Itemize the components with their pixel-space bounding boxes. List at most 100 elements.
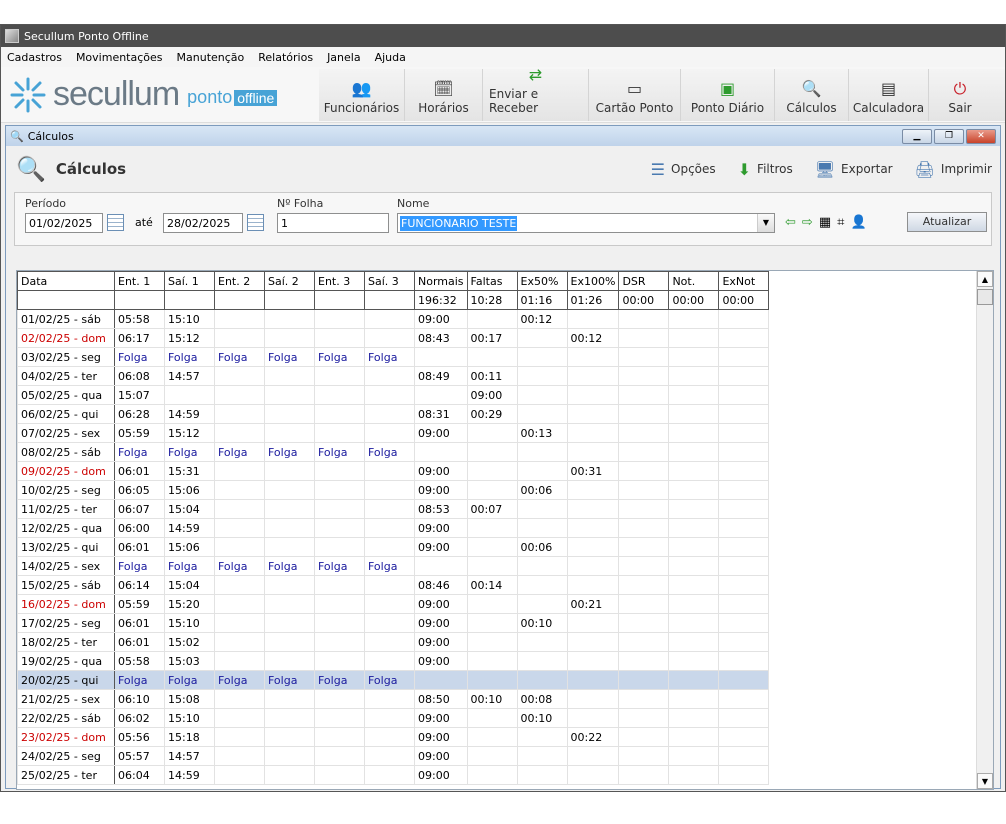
- table-cell[interactable]: [668, 347, 720, 367]
- table-cell[interactable]: [364, 518, 415, 538]
- table-cell[interactable]: [364, 423, 415, 443]
- table-cell[interactable]: [314, 499, 365, 519]
- table-cell[interactable]: 06:07: [114, 499, 165, 519]
- table-cell[interactable]: [668, 594, 720, 614]
- table-cell[interactable]: [618, 518, 670, 538]
- table-cell[interactable]: [618, 689, 670, 709]
- table-cell[interactable]: Folga: [114, 442, 165, 462]
- table-cell[interactable]: 09:00: [414, 423, 468, 443]
- table-cell[interactable]: 15:12: [164, 328, 215, 348]
- table-cell[interactable]: [214, 613, 265, 633]
- table-cell[interactable]: [668, 442, 720, 462]
- table-cell[interactable]: [718, 632, 770, 652]
- table-cell[interactable]: Folga: [314, 670, 365, 690]
- toolbar-horarios-button[interactable]: 🗓 Horários: [405, 68, 483, 121]
- table-cell[interactable]: [314, 385, 365, 405]
- table-cell[interactable]: [466, 309, 518, 329]
- column-header[interactable]: ExNot: [718, 271, 770, 291]
- table-cell[interactable]: 00:07: [466, 499, 518, 519]
- menu-manutencao[interactable]: Manutenção: [177, 51, 245, 64]
- table-cell[interactable]: [466, 746, 518, 766]
- table-cell[interactable]: [566, 689, 620, 709]
- table-row[interactable]: 14/02/25 - sex Folga Folga Folga Folga Folga F…: [17, 556, 770, 576]
- table-cell[interactable]: 09:00: [414, 518, 468, 538]
- table-cell[interactable]: Folga: [364, 347, 415, 367]
- table-cell[interactable]: [618, 708, 670, 728]
- toolbar-sair-button[interactable]: ⏻ Sair: [929, 69, 991, 121]
- table-cell[interactable]: Folga: [164, 556, 215, 576]
- table-cell[interactable]: [314, 689, 365, 709]
- table-cell[interactable]: 06:01: [114, 537, 165, 557]
- table-row[interactable]: 04/02/25 - ter 06:08 14:57 08:49 00:11: [17, 366, 770, 386]
- table-row[interactable]: 03/02/25 - seg Folga Folga Folga Folga Folga F…: [17, 347, 770, 367]
- table-cell[interactable]: [414, 670, 468, 690]
- date-cell[interactable]: 25/02/25 - ter: [17, 765, 115, 785]
- table-cell[interactable]: [364, 366, 415, 386]
- table-cell[interactable]: [264, 385, 315, 405]
- table-row[interactable]: 15/02/25 - sáb 06:14 15:04 08:46 00:14: [17, 575, 770, 595]
- table-cell[interactable]: 00:10: [466, 689, 518, 709]
- table-cell[interactable]: [314, 651, 365, 671]
- table-cell[interactable]: [314, 366, 365, 386]
- date-cell[interactable]: 05/02/25 - qua: [17, 385, 115, 405]
- table-cell[interactable]: [466, 442, 518, 462]
- table-cell[interactable]: Folga: [264, 442, 315, 462]
- table-row[interactable]: 08/02/25 - sáb Folga Folga Folga Folga Folga F…: [17, 442, 770, 462]
- menu-janela[interactable]: Janela: [327, 51, 361, 64]
- table-cell[interactable]: [668, 423, 720, 443]
- table-cell[interactable]: Folga: [214, 670, 265, 690]
- table-cell[interactable]: [214, 499, 265, 519]
- table-cell[interactable]: [466, 537, 518, 557]
- table-cell[interactable]: [618, 556, 670, 576]
- table-cell[interactable]: [718, 442, 770, 462]
- table-row[interactable]: 21/02/25 - sex 06:10 15:08 08:50 00:10 00:08: [17, 689, 770, 709]
- table-cell[interactable]: [164, 385, 215, 405]
- table-cell[interactable]: [414, 347, 468, 367]
- exportar-button[interactable]: 🖥 Exportar: [815, 160, 893, 179]
- opcoes-button[interactable]: ☰ Opções: [651, 160, 716, 179]
- table-cell[interactable]: [364, 404, 415, 424]
- table-row[interactable]: 06/02/25 - qui 06:28 14:59 08:31 00:29: [17, 404, 770, 424]
- table-row[interactable]: 19/02/25 - qua 05:58 15:03 09:00: [17, 651, 770, 671]
- table-cell[interactable]: [264, 632, 315, 652]
- table-cell[interactable]: [668, 708, 720, 728]
- table-cell[interactable]: Folga: [114, 347, 165, 367]
- table-cell[interactable]: [314, 518, 365, 538]
- table-cell[interactable]: 05:56: [114, 727, 165, 747]
- table-cell[interactable]: 06:01: [114, 632, 165, 652]
- table-cell[interactable]: 14:59: [164, 404, 215, 424]
- table-cell[interactable]: [668, 765, 720, 785]
- table-cell[interactable]: [264, 461, 315, 481]
- table-cell[interactable]: [516, 328, 568, 348]
- column-header[interactable]: Normais: [414, 271, 468, 291]
- table-cell[interactable]: [718, 670, 770, 690]
- table-cell[interactable]: [618, 746, 670, 766]
- table-cell[interactable]: 05:59: [114, 423, 165, 443]
- table-cell[interactable]: [668, 670, 720, 690]
- table-cell[interactable]: [214, 765, 265, 785]
- table-cell[interactable]: [668, 480, 720, 500]
- table-cell[interactable]: 00:08: [516, 689, 568, 709]
- table-cell[interactable]: Folga: [364, 556, 415, 576]
- table-row[interactable]: 09/02/25 - dom 06:01 15:31 09:00 00:31: [17, 461, 770, 481]
- table-cell[interactable]: [566, 613, 620, 633]
- table-row[interactable]: 20/02/25 - qui Folga Folga Folga Folga Folga F…: [17, 670, 770, 690]
- table-cell[interactable]: [314, 727, 365, 747]
- table-cell[interactable]: [214, 594, 265, 614]
- table-cell[interactable]: [466, 613, 518, 633]
- table-cell[interactable]: [566, 404, 620, 424]
- table-cell[interactable]: [516, 556, 568, 576]
- table-cell[interactable]: [364, 537, 415, 557]
- table-cell[interactable]: 15:10: [164, 613, 215, 633]
- table-cell[interactable]: [466, 423, 518, 443]
- table-cell[interactable]: Folga: [314, 442, 365, 462]
- table-cell[interactable]: [264, 309, 315, 329]
- table-cell[interactable]: 15:07: [114, 385, 165, 405]
- toolbar-enviar-receber-button[interactable]: ⇄ Enviar e Receber: [483, 65, 589, 121]
- table-cell[interactable]: [618, 309, 670, 329]
- table-cell[interactable]: [364, 708, 415, 728]
- table-cell[interactable]: [668, 309, 720, 329]
- table-cell[interactable]: 00:12: [516, 309, 568, 329]
- table-cell[interactable]: [718, 651, 770, 671]
- table-cell[interactable]: 06:02: [114, 708, 165, 728]
